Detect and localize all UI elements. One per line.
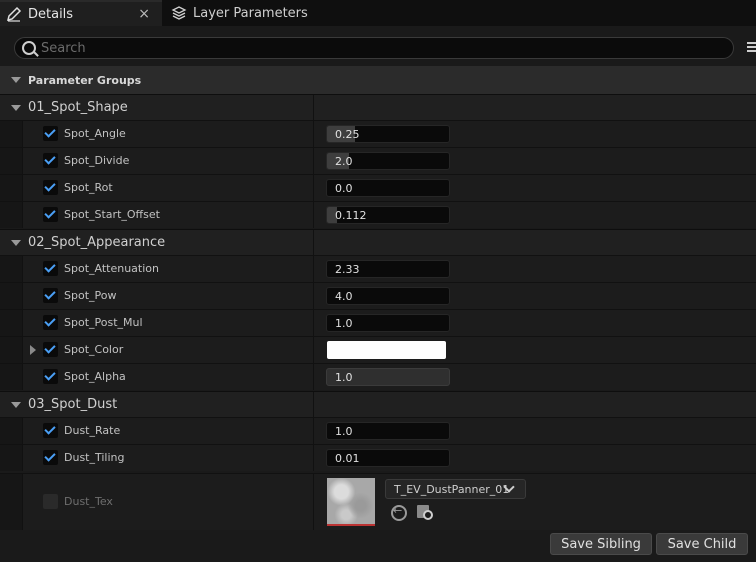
override-checkbox[interactable] <box>43 261 58 276</box>
param-name: Spot_Angle <box>64 127 126 140</box>
param-name: Dust_Rate <box>64 424 121 437</box>
search-input[interactable]: Search <box>14 37 734 59</box>
param-name: Spot_Post_Mul <box>64 316 143 329</box>
pencil-icon <box>6 6 22 22</box>
param-name: Spot_Rot <box>64 181 113 194</box>
layers-icon <box>171 6 187 20</box>
value-spinbox[interactable]: 1.0 <box>326 368 450 386</box>
override-checkbox[interactable] <box>43 207 58 222</box>
collapse-arrow-icon[interactable] <box>11 240 21 246</box>
override-checkbox[interactable] <box>43 126 58 141</box>
group-label: 01_Spot_Shape <box>28 100 128 115</box>
color-swatch[interactable] <box>327 341 446 359</box>
param-name: Spot_Pow <box>64 289 117 302</box>
value-spinbox[interactable]: 1.0 <box>326 314 450 332</box>
param-row: Dust_Tiling 0.01 <box>0 444 756 471</box>
group-header[interactable]: 01_Spot_Shape <box>0 94 756 121</box>
close-icon[interactable]: × <box>138 6 150 22</box>
tab-layer-parameters-label: Layer Parameters <box>193 5 308 21</box>
override-checkbox[interactable] <box>43 180 58 195</box>
expand-arrow-icon[interactable] <box>30 345 36 355</box>
param-name: Dust_Tex <box>64 495 113 508</box>
param-row: Spot_Rot 0.0 <box>0 174 756 201</box>
param-row: Spot_Attenuation 2.33 <box>0 255 756 282</box>
param-row: Spot_Start_Offset 0.112 <box>0 201 756 228</box>
collapse-arrow-icon[interactable] <box>11 77 21 83</box>
value-spinbox[interactable]: 0.0 <box>326 179 450 197</box>
override-checkbox[interactable] <box>43 288 58 303</box>
value-spinbox[interactable]: 0.01 <box>326 449 450 467</box>
search-icon <box>22 41 36 55</box>
value-spinbox[interactable]: 0.112 <box>326 206 450 224</box>
tab-layer-parameters[interactable]: Layer Parameters <box>163 0 333 26</box>
override-checkbox[interactable] <box>43 153 58 168</box>
param-row: Spot_Alpha 1.0 <box>0 363 756 390</box>
texture-thumbnail[interactable] <box>327 478 375 526</box>
use-selected-asset-icon[interactable] <box>391 504 407 521</box>
save-sibling-button[interactable]: Save Sibling <box>550 533 652 555</box>
param-name: Spot_Start_Offset <box>64 208 160 221</box>
collapse-arrow-icon[interactable] <box>11 105 21 111</box>
group-label: 03_Spot_Dust <box>28 397 118 412</box>
param-row: Spot_Angle 0.25 <box>0 120 756 147</box>
group-label: 02_Spot_Appearance <box>28 235 166 250</box>
parameter-groups-label: Parameter Groups <box>28 73 142 87</box>
param-row: Spot_Pow 4.0 <box>0 282 756 309</box>
value-spinbox[interactable]: 2.0 <box>326 152 450 170</box>
override-checkbox[interactable] <box>43 494 58 509</box>
override-checkbox[interactable] <box>43 369 58 384</box>
param-name: Spot_Alpha <box>64 370 126 383</box>
browse-asset-icon[interactable] <box>417 505 433 520</box>
override-checkbox[interactable] <box>43 315 58 330</box>
group-header[interactable]: 03_Spot_Dust <box>0 391 756 418</box>
param-row: Spot_Post_Mul 1.0 <box>0 309 756 336</box>
tab-details[interactable]: Details × <box>0 0 162 26</box>
param-row: Dust_Rate 1.0 <box>0 417 756 444</box>
parameter-groups-header[interactable]: Parameter Groups <box>0 66 756 94</box>
param-row: Dust_Tex T_EV_DustPanner_01 <box>0 473 756 530</box>
group-header[interactable]: 02_Spot_Appearance <box>0 229 756 256</box>
param-name: Spot_Attenuation <box>64 262 159 275</box>
override-checkbox[interactable] <box>43 450 58 465</box>
override-checkbox[interactable] <box>43 342 58 357</box>
view-options-icon[interactable] <box>747 42 756 54</box>
param-row: Spot_Divide 2.0 <box>0 147 756 174</box>
value-spinbox[interactable]: 4.0 <box>326 287 450 305</box>
param-name: Spot_Color <box>64 343 124 356</box>
override-checkbox[interactable] <box>43 423 58 438</box>
texture-asset-dropdown[interactable]: T_EV_DustPanner_01 <box>385 479 526 499</box>
collapse-arrow-icon[interactable] <box>11 402 21 408</box>
save-child-button[interactable]: Save Child <box>656 533 748 555</box>
value-spinbox[interactable]: 2.33 <box>326 260 450 278</box>
value-spinbox[interactable]: 0.25 <box>326 125 450 143</box>
search-placeholder: Search <box>41 41 86 56</box>
param-row: Spot_Color <box>0 336 756 363</box>
param-name: Dust_Tiling <box>64 451 125 464</box>
value-spinbox[interactable]: 1.0 <box>326 422 450 440</box>
tab-details-label: Details <box>28 6 74 22</box>
param-name: Spot_Divide <box>64 154 130 167</box>
